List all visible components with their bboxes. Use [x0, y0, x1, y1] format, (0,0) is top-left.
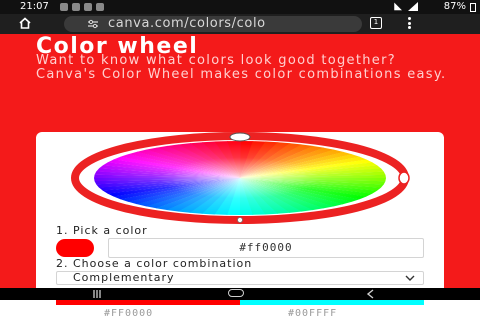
combination-select[interactable]: Complementary: [56, 271, 424, 285]
selected-color-swatch[interactable]: [56, 239, 94, 257]
recent-apps-icon[interactable]: [92, 290, 102, 298]
address-bar[interactable]: canva.com/colors/colo: [64, 16, 362, 32]
url-text[interactable]: canva.com/colors/colo: [108, 16, 266, 32]
home-icon[interactable]: [18, 16, 32, 30]
combination-label: 2. Choose a color combination: [56, 257, 253, 270]
chevron-down-icon: [405, 275, 415, 281]
palette-hex-1[interactable]: #FF0000: [104, 308, 153, 319]
wheel-handle[interactable]: [229, 132, 251, 142]
tune-icon[interactable]: [88, 19, 98, 29]
system-nav-bar: [0, 288, 480, 300]
home-button-icon[interactable]: [228, 289, 244, 297]
tabs-icon[interactable]: 1: [370, 17, 382, 29]
overflow-menu-icon[interactable]: [408, 17, 412, 31]
color-wheel[interactable]: [36, 132, 444, 232]
hero-section: Color wheel Want to know what colors loo…: [0, 34, 480, 322]
battery-percent: 87%: [443, 1, 466, 12]
back-icon[interactable]: [366, 289, 374, 299]
status-bar: 21:07 ◣ 87%: [0, 0, 480, 14]
wifi-icon: ◣: [394, 1, 402, 12]
battery-icon: [470, 3, 476, 12]
status-time: 21:07: [20, 1, 49, 12]
signal-icon: [408, 2, 418, 11]
combination-value: Complementary: [73, 271, 175, 284]
notification-icon: [60, 3, 68, 11]
hex-input[interactable]: #ff0000: [108, 238, 424, 258]
notification-icon: [72, 3, 80, 11]
notification-icon: [96, 3, 104, 11]
palette-hex-2[interactable]: #00FFFF: [288, 308, 337, 319]
notification-icon: [84, 3, 92, 11]
page-description: Want to know what colors look good toget…: [36, 53, 447, 82]
browser-toolbar: canva.com/colors/colo 1: [0, 14, 480, 34]
pick-color-label: 1. Pick a color: [56, 224, 148, 237]
